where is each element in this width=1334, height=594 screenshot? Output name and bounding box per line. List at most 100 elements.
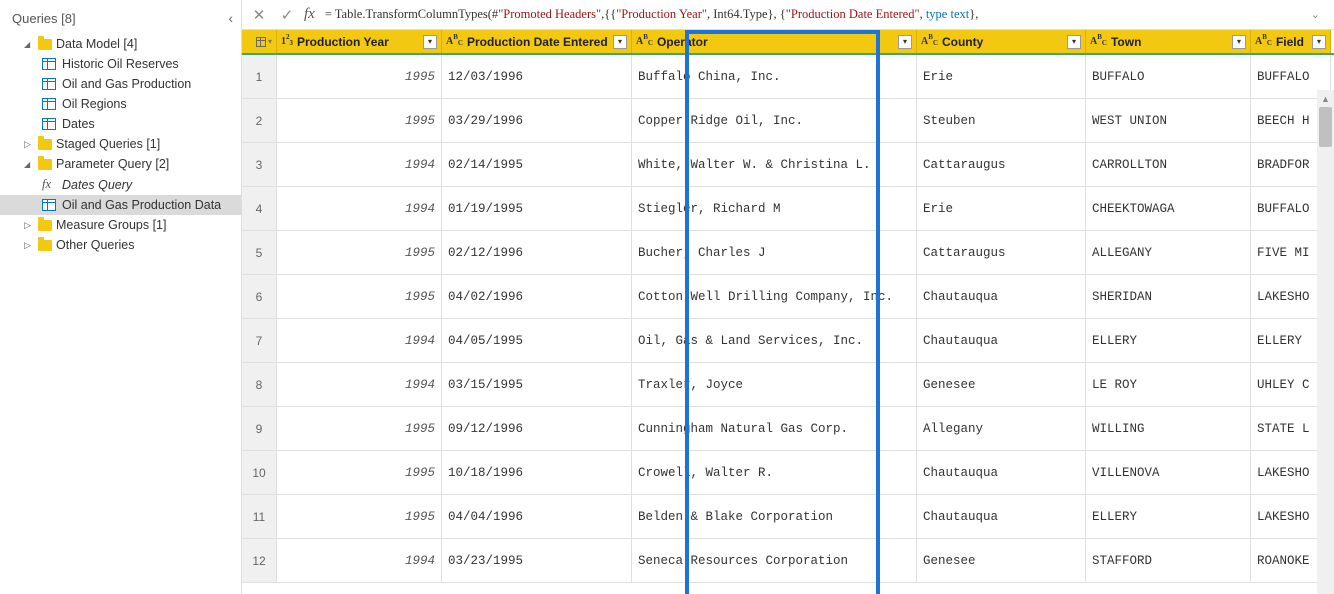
cell-op[interactable]: Crowell, Walter R. [632, 451, 917, 494]
column-filter-icon[interactable]: ▾ [613, 35, 627, 49]
cell-town[interactable]: SHERIDAN [1086, 275, 1251, 318]
query-item-dates-query[interactable]: fxDates Query [0, 174, 241, 195]
cell-county[interactable]: Steuben [917, 99, 1086, 142]
column-filter-icon[interactable]: ▾ [898, 35, 912, 49]
cell-date[interactable]: 03/23/1995 [442, 539, 632, 582]
table-row[interactable]: 8199403/15/1995Traxler, JoyceGeneseeLE R… [242, 363, 1334, 407]
cell-date[interactable]: 04/02/1996 [442, 275, 632, 318]
cell-county[interactable]: Erie [917, 187, 1086, 230]
table-row[interactable]: 4199401/19/1995Stiegler, Richard MErieCH… [242, 187, 1334, 231]
cell-county[interactable]: Cattaraugus [917, 231, 1086, 274]
cell-op[interactable]: Traxler, Joyce [632, 363, 917, 406]
cell-county[interactable]: Chautauqua [917, 451, 1086, 494]
table-row[interactable]: 5199502/12/1996Bucher, Charles JCattarau… [242, 231, 1334, 275]
table-row[interactable]: 11199504/04/1996Belden & Blake Corporati… [242, 495, 1334, 539]
cell-op[interactable]: Bucher, Charles J [632, 231, 917, 274]
cell-op[interactable]: Belden & Blake Corporation [632, 495, 917, 538]
cell-op[interactable]: Stiegler, Richard M [632, 187, 917, 230]
cell-op[interactable]: Copper Ridge Oil, Inc. [632, 99, 917, 142]
column-header-date[interactable]: ABCProduction Date Entered▾ [442, 30, 632, 53]
cell-op[interactable]: Cotton Well Drilling Company, Inc. [632, 275, 917, 318]
cell-year[interactable]: 1995 [277, 407, 442, 450]
cell-year[interactable]: 1994 [277, 187, 442, 230]
cell-op[interactable]: Cunningham Natural Gas Corp. [632, 407, 917, 450]
folder-measure-groups-1-[interactable]: ▷Measure Groups [1] [0, 215, 241, 235]
row-number[interactable]: 5 [242, 231, 277, 274]
column-filter-icon[interactable]: ▾ [423, 35, 437, 49]
fx-icon[interactable]: fx [304, 6, 315, 23]
cell-county[interactable]: Chautauqua [917, 319, 1086, 362]
cell-county[interactable]: Allegany [917, 407, 1086, 450]
column-filter-icon[interactable]: ▾ [1312, 35, 1326, 49]
cell-year[interactable]: 1994 [277, 319, 442, 362]
cell-year[interactable]: 1995 [277, 231, 442, 274]
cell-town[interactable]: WEST UNION [1086, 99, 1251, 142]
column-header-year[interactable]: 123Production Year▾ [277, 30, 442, 53]
cell-date[interactable]: 02/14/1995 [442, 143, 632, 186]
scrollbar-thumb[interactable] [1319, 107, 1332, 147]
table-row[interactable]: 6199504/02/1996Cotton Well Drilling Comp… [242, 275, 1334, 319]
vertical-scrollbar[interactable]: ▲ [1317, 90, 1334, 594]
query-item-dates[interactable]: Dates [0, 114, 241, 134]
cell-year[interactable]: 1995 [277, 99, 442, 142]
column-filter-icon[interactable]: ▾ [1232, 35, 1246, 49]
folder-data-model-4-[interactable]: ◢Data Model [4] [0, 34, 241, 54]
folder-other-queries[interactable]: ▷Other Queries [0, 235, 241, 255]
cell-town[interactable]: STAFFORD [1086, 539, 1251, 582]
cell-town[interactable]: VILLENOVA [1086, 451, 1251, 494]
cell-op[interactable]: Seneca Resources Corporation [632, 539, 917, 582]
rownum-header[interactable]: ▾ [242, 30, 277, 53]
column-header-field[interactable]: ABCField▾ [1251, 30, 1331, 53]
cell-op[interactable]: Buffalo China, Inc. [632, 55, 917, 98]
table-row[interactable]: 12199403/23/1995Seneca Resources Corpora… [242, 539, 1334, 583]
cell-town[interactable]: LE ROY [1086, 363, 1251, 406]
row-number[interactable]: 4 [242, 187, 277, 230]
cell-date[interactable]: 01/19/1995 [442, 187, 632, 230]
folder-staged-queries-1-[interactable]: ▷Staged Queries [1] [0, 134, 241, 154]
cell-county[interactable]: Genesee [917, 363, 1086, 406]
table-row[interactable]: 1199512/03/1996Buffalo China, Inc.ErieBU… [242, 55, 1334, 99]
query-item-oil-and-gas-production[interactable]: Oil and Gas Production [0, 74, 241, 94]
query-item-oil-and-gas-production-data[interactable]: Oil and Gas Production Data [0, 195, 241, 215]
cancel-formula-icon[interactable]: ✕ [248, 6, 270, 24]
row-number[interactable]: 9 [242, 407, 277, 450]
folder-parameter-query-2-[interactable]: ◢Parameter Query [2] [0, 154, 241, 174]
cell-op[interactable]: Oil, Gas & Land Services, Inc. [632, 319, 917, 362]
row-number[interactable]: 7 [242, 319, 277, 362]
cell-county[interactable]: Genesee [917, 539, 1086, 582]
cell-year[interactable]: 1995 [277, 275, 442, 318]
cell-county[interactable]: Chautauqua [917, 275, 1086, 318]
cell-date[interactable]: 10/18/1996 [442, 451, 632, 494]
cell-date[interactable]: 04/04/1996 [442, 495, 632, 538]
cell-date[interactable]: 12/03/1996 [442, 55, 632, 98]
column-header-town[interactable]: ABCTown▾ [1086, 30, 1251, 53]
expand-formula-icon[interactable]: ⌄ [1303, 8, 1328, 21]
cell-town[interactable]: CARROLLTON [1086, 143, 1251, 186]
cell-town[interactable]: BUFFALO [1086, 55, 1251, 98]
cell-year[interactable]: 1994 [277, 363, 442, 406]
scroll-up-icon[interactable]: ▲ [1317, 90, 1334, 107]
row-number[interactable]: 10 [242, 451, 277, 494]
cell-town[interactable]: ALLEGANY [1086, 231, 1251, 274]
commit-formula-icon[interactable]: ✓ [276, 6, 298, 24]
row-number[interactable]: 2 [242, 99, 277, 142]
cell-year[interactable]: 1994 [277, 539, 442, 582]
table-row[interactable]: 7199404/05/1995Oil, Gas & Land Services,… [242, 319, 1334, 363]
column-header-op[interactable]: ABCOperator▾ [632, 30, 917, 53]
column-header-county[interactable]: ABCCounty▾ [917, 30, 1086, 53]
table-row[interactable]: 10199510/18/1996Crowell, Walter R.Chauta… [242, 451, 1334, 495]
cell-town[interactable]: ELLERY [1086, 495, 1251, 538]
cell-county[interactable]: Cattaraugus [917, 143, 1086, 186]
row-number[interactable]: 12 [242, 539, 277, 582]
table-row[interactable]: 2199503/29/1996Copper Ridge Oil, Inc.Ste… [242, 99, 1334, 143]
cell-year[interactable]: 1994 [277, 143, 442, 186]
column-filter-icon[interactable]: ▾ [1067, 35, 1081, 49]
cell-town[interactable]: CHEEKTOWAGA [1086, 187, 1251, 230]
query-item-historic-oil-reserves[interactable]: Historic Oil Reserves [0, 54, 241, 74]
cell-county[interactable]: Erie [917, 55, 1086, 98]
cell-date[interactable]: 09/12/1996 [442, 407, 632, 450]
row-number[interactable]: 6 [242, 275, 277, 318]
row-number[interactable]: 11 [242, 495, 277, 538]
table-row[interactable]: 9199509/12/1996Cunningham Natural Gas Co… [242, 407, 1334, 451]
cell-town[interactable]: ELLERY [1086, 319, 1251, 362]
